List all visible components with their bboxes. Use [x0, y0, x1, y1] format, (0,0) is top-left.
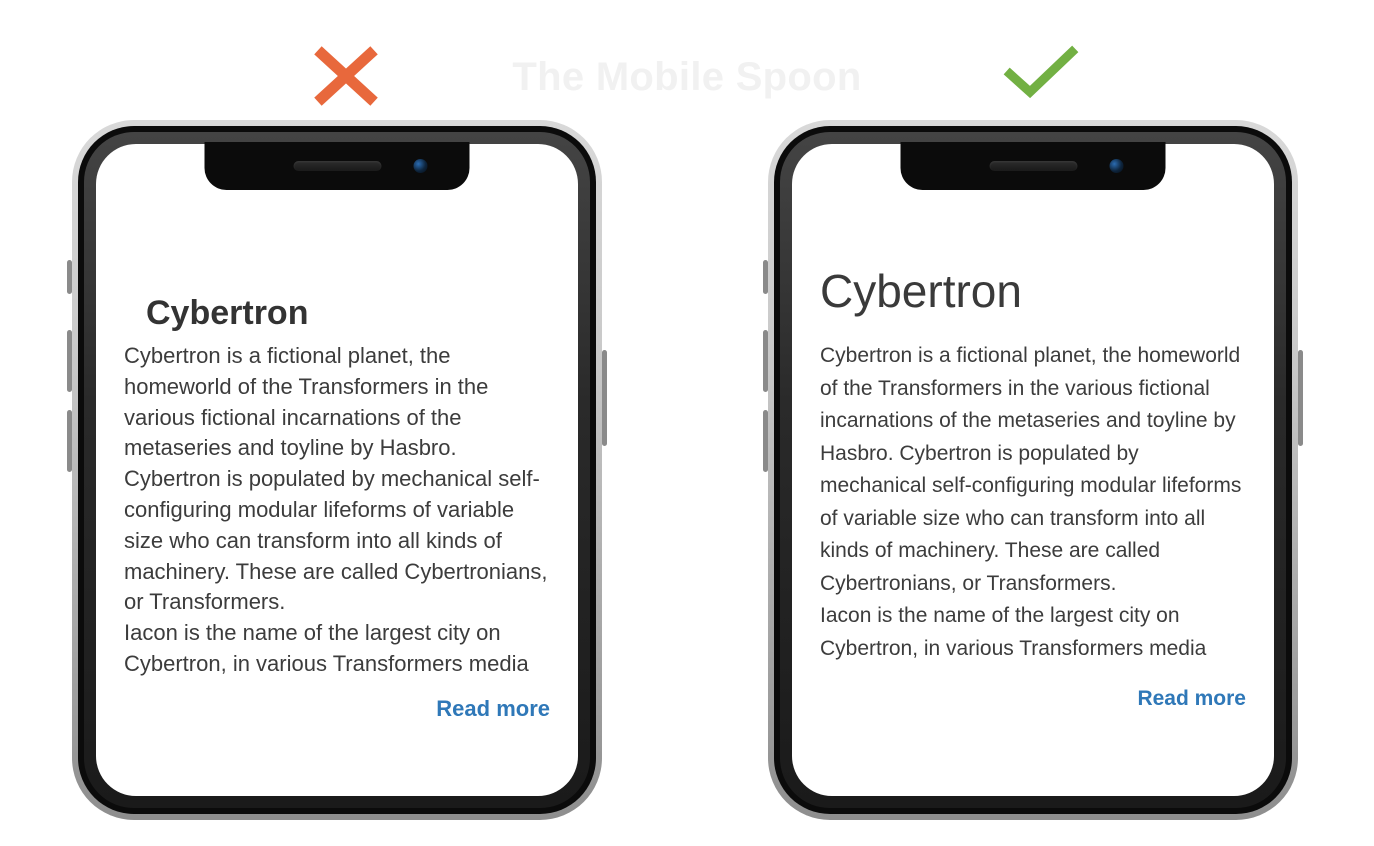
speaker-grille — [989, 161, 1077, 171]
read-more-link[interactable]: Read more — [820, 687, 1246, 711]
phone-notch — [205, 142, 470, 190]
side-button — [1298, 350, 1303, 446]
watermark-text: The Mobile Spoon — [0, 55, 1374, 100]
check-icon — [1002, 44, 1080, 102]
read-more-link[interactable]: Read more — [124, 696, 550, 722]
front-camera — [414, 159, 428, 173]
article-title: Cybertron — [820, 264, 1246, 318]
phone-mockup-bad: Cybertron Cybertron is a fictional plane… — [72, 120, 602, 820]
side-button — [602, 350, 607, 446]
phone-mockup-good: Cybertron Cybertron is a fictional plane… — [768, 120, 1298, 820]
article-body: Cybertron is a fictional planet, the hom… — [124, 341, 550, 680]
screen-good: Cybertron Cybertron is a fictional plane… — [792, 144, 1274, 796]
speaker-grille — [293, 161, 381, 171]
phone-notch — [901, 142, 1166, 190]
article-body: Cybertron is a fictional planet, the hom… — [820, 340, 1246, 665]
front-camera — [1110, 159, 1124, 173]
cross-icon — [310, 44, 382, 108]
article-title: Cybertron — [146, 294, 550, 333]
screen-bad: Cybertron Cybertron is a fictional plane… — [96, 144, 578, 796]
